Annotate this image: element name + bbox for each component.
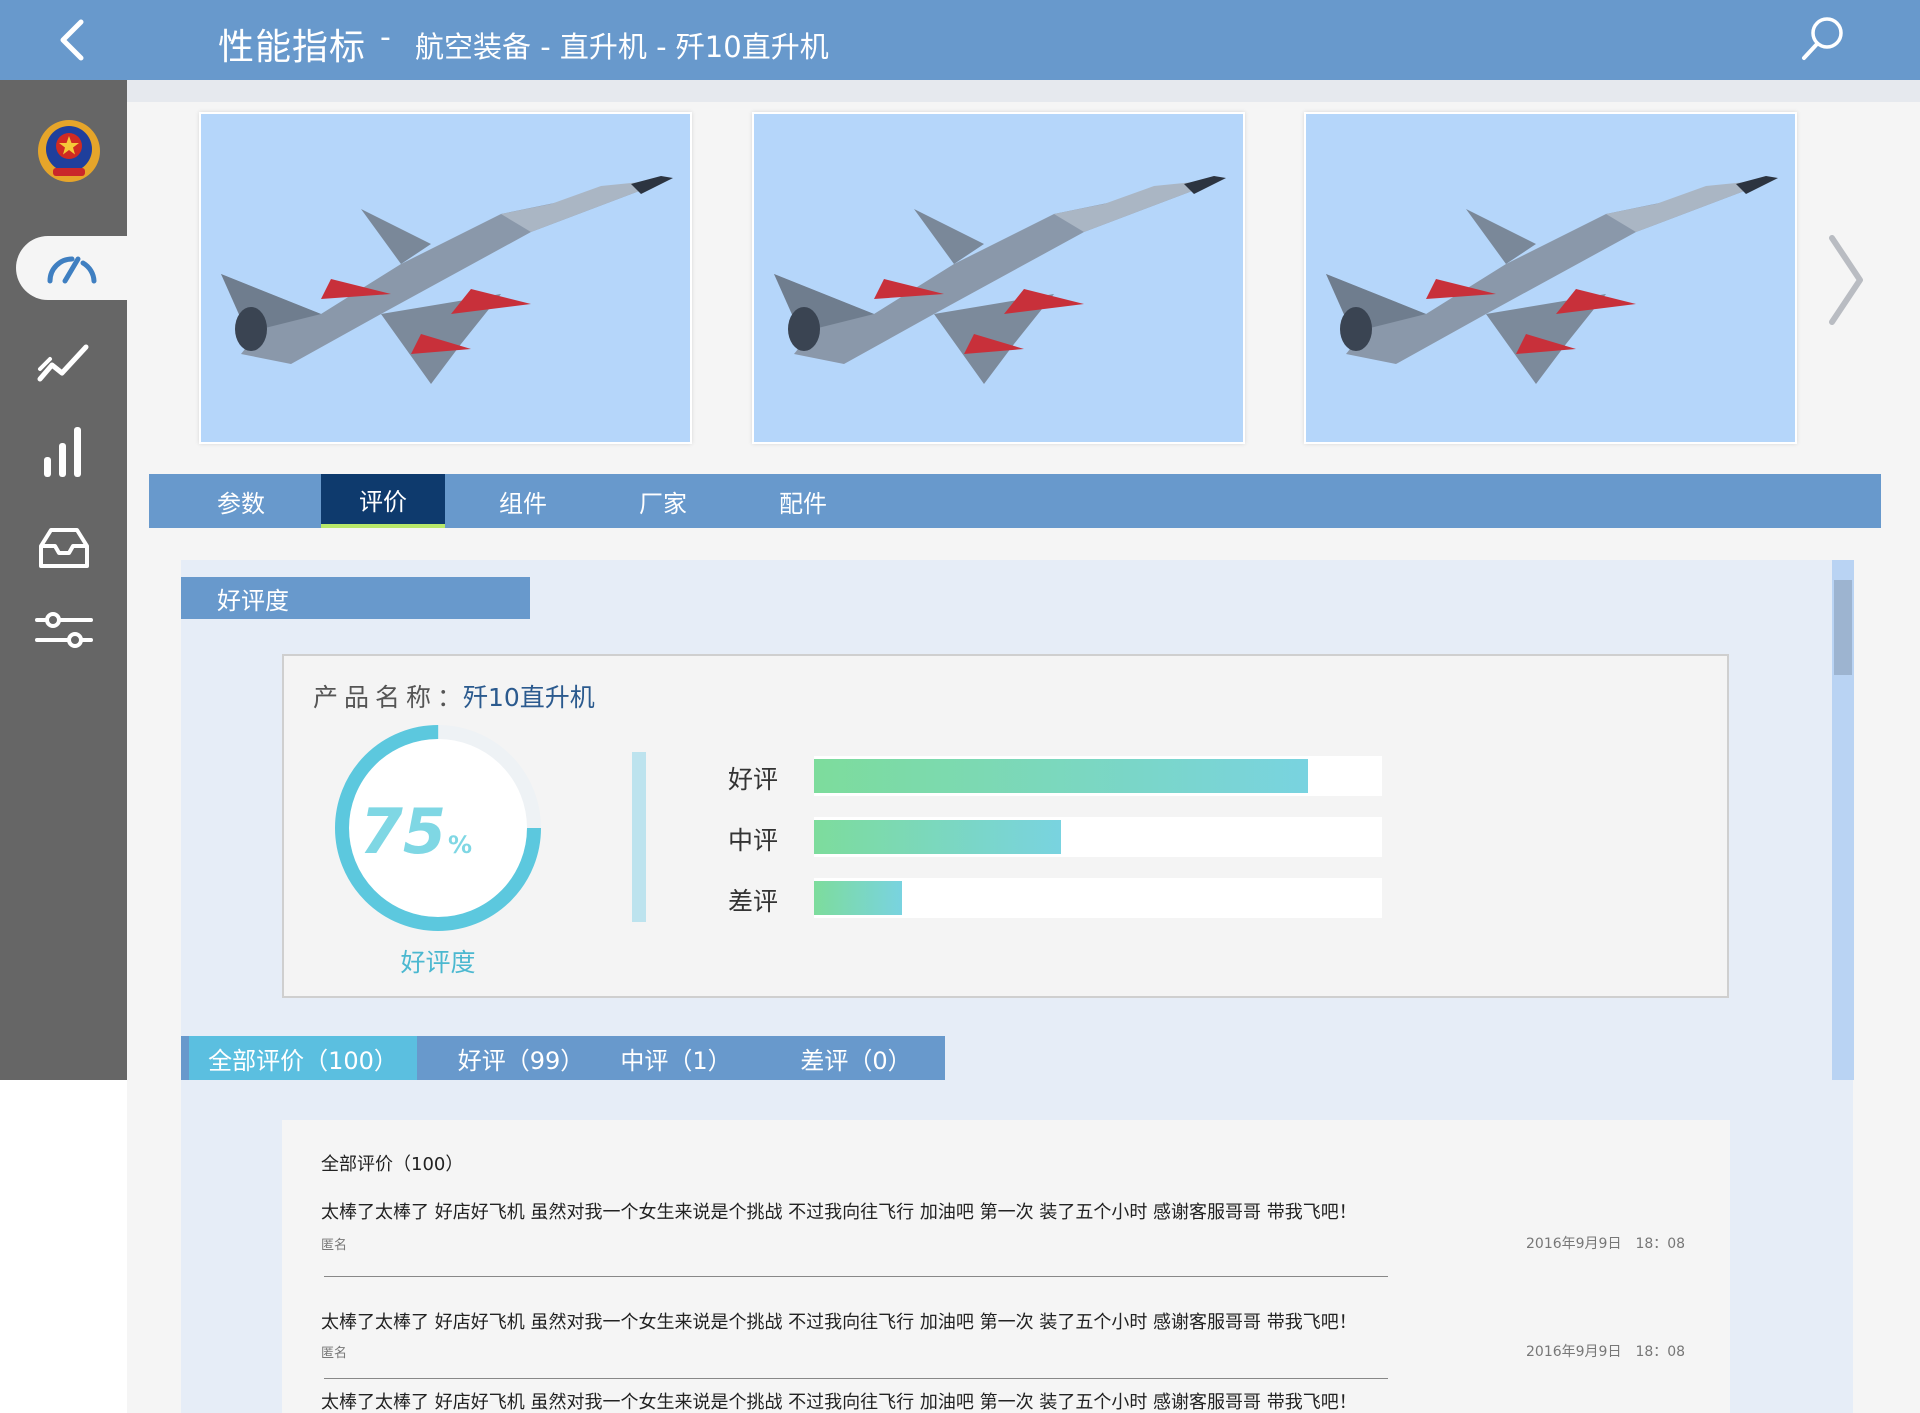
bar-track-bad	[814, 878, 1382, 918]
trend-icon	[37, 344, 88, 382]
review-text: 太棒了太棒了 好店好飞机 虽然对我一个女生来说是个挑战 不过我向往飞行 加油吧 …	[321, 1392, 1357, 1413]
divider-bar	[632, 752, 646, 922]
ring-caption: 好评度	[400, 948, 476, 977]
sidebar-item-performance[interactable]	[16, 236, 127, 300]
bar-fill-neutral	[814, 820, 1062, 854]
filter-bad[interactable]: 差评（0）	[781, 1036, 931, 1080]
sidebar-item-inbox[interactable]	[0, 516, 127, 580]
bar-label-bad: 差评	[728, 887, 779, 916]
sidebar-item-settings[interactable]	[0, 598, 127, 662]
product-label: 产品名称：	[313, 683, 469, 712]
review-time: 2016年9月9日 18：08	[1526, 1344, 1686, 1360]
review-text: 太棒了太棒了 好店好飞机 虽然对我一个女生来说是个挑战 不过我向往飞行 加油吧 …	[321, 1202, 1357, 1223]
rating-ring: 75 %	[335, 725, 541, 931]
ring-value: 75	[360, 795, 446, 868]
review-list-heading: 全部评价（100）	[321, 1154, 464, 1175]
bar-fill-bad	[814, 881, 903, 915]
gallery-next-button[interactable]	[1822, 230, 1870, 330]
review-divider	[324, 1378, 1388, 1379]
bar-label-good: 好评	[728, 765, 779, 794]
filter-all[interactable]: 全部评价（100）	[189, 1036, 417, 1080]
bar-track-good	[814, 756, 1382, 796]
emblem-icon	[34, 116, 104, 186]
bar-track-neutral	[814, 817, 1382, 857]
back-arrow-icon	[60, 19, 84, 61]
filter-neutral[interactable]: 中评（1）	[601, 1036, 751, 1080]
bar-label-neutral: 中评	[728, 826, 779, 855]
review-time: 2016年9月9日 18：08	[1526, 1236, 1686, 1252]
inbox-icon	[38, 528, 89, 568]
top-bar: 性能指标 - 航空装备 - 直升机 - 歼10直升机	[0, 0, 1920, 80]
product-name: 歼10直升机	[463, 683, 595, 712]
review-user: 匿名	[321, 1346, 348, 1361]
tab-manufacturer[interactable]: 厂家	[601, 474, 725, 528]
sliders-icon	[34, 612, 93, 648]
gallery-photo-1[interactable]	[199, 112, 692, 444]
breadcrumb: 航空装备 - 直升机 - 歼10直升机	[415, 30, 829, 64]
tab-reviews[interactable]: 评价	[321, 474, 445, 528]
bar-chart-icon	[43, 427, 81, 477]
review-list	[282, 1120, 1730, 1413]
sidebar-item-trend[interactable]	[0, 330, 127, 394]
gauge-icon	[47, 256, 96, 284]
sidebar	[0, 80, 139, 1080]
page-title: 性能指标	[218, 27, 367, 68]
review-text: 太棒了太棒了 好店好飞机 虽然对我一个女生来说是个挑战 不过我向往飞行 加油吧 …	[321, 1312, 1357, 1333]
scrollbar-thumb[interactable]	[1834, 580, 1852, 675]
gallery-photo-3[interactable]	[1304, 112, 1797, 444]
review-divider	[324, 1276, 1388, 1277]
section-label: 好评度	[181, 577, 530, 619]
filter-good[interactable]: 好评（99）	[441, 1036, 601, 1080]
review-user: 匿名	[321, 1238, 348, 1253]
tab-components[interactable]: 组件	[461, 474, 585, 528]
back-button[interactable]	[48, 16, 96, 64]
chevron-right-icon	[1829, 235, 1863, 325]
search-button[interactable]	[1798, 14, 1848, 64]
ring-unit: %	[448, 831, 472, 859]
bar-fill-good	[814, 759, 1309, 793]
top-sub-bar	[127, 80, 1920, 102]
detail-tabs: 参数 评价 组件 厂家 配件	[149, 474, 1881, 528]
search-icon	[1802, 17, 1843, 60]
title-separator: -	[380, 20, 391, 55]
gallery-photo-2[interactable]	[752, 112, 1245, 444]
tab-accessories[interactable]: 配件	[741, 474, 865, 528]
review-filter-tabs: 全部评价（100） 好评（99） 中评（1） 差评（0）	[181, 1036, 945, 1080]
sidebar-item-statistics[interactable]	[0, 420, 127, 484]
tab-params[interactable]: 参数	[179, 474, 303, 528]
